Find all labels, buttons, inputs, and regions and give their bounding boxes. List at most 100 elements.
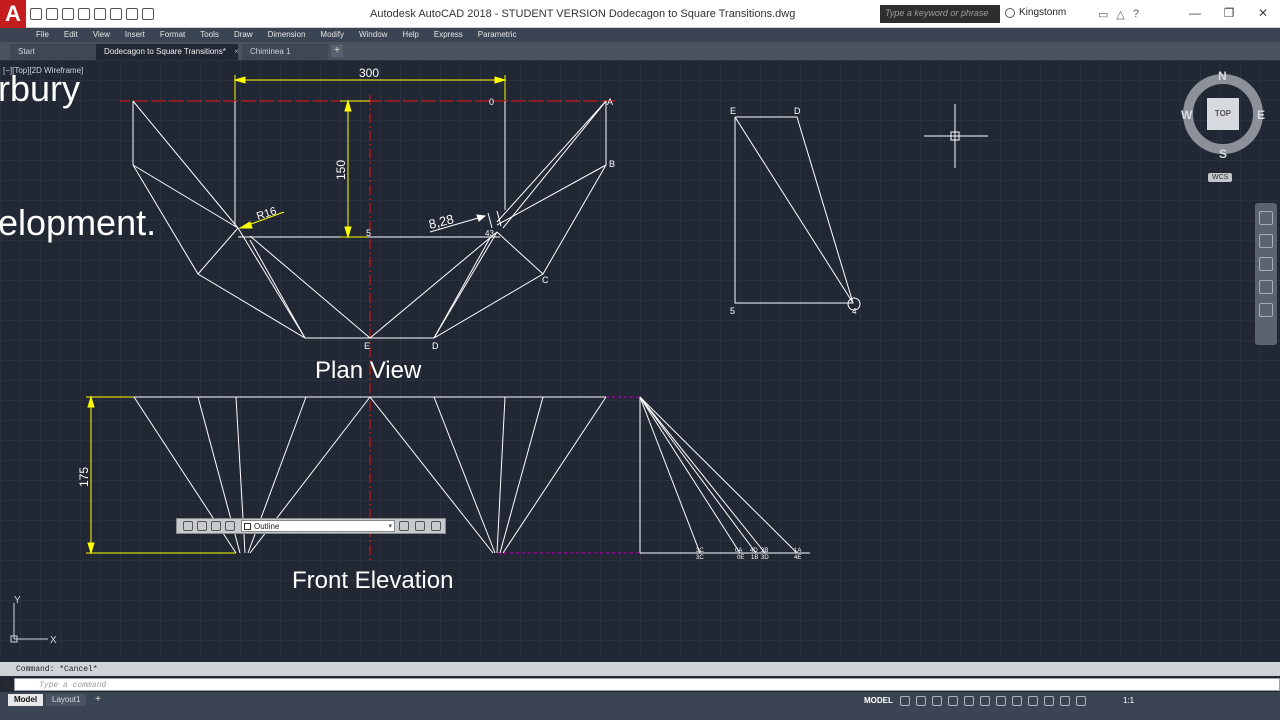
menu-item-window[interactable]: Window bbox=[359, 28, 387, 42]
chevron-down-icon: ▾ bbox=[388, 523, 392, 530]
menu-item-help[interactable]: Help bbox=[402, 28, 418, 42]
layer-select[interactable]: Outline ▾ bbox=[241, 520, 395, 532]
annotation-icon[interactable] bbox=[1044, 696, 1054, 706]
menu-item-file[interactable]: File bbox=[36, 28, 49, 42]
polar-icon[interactable] bbox=[948, 696, 958, 706]
workspace-icon[interactable] bbox=[1060, 696, 1070, 706]
elev-label: 4E bbox=[794, 555, 801, 561]
showmotion-icon[interactable] bbox=[1259, 303, 1273, 317]
window-controls: — ❐ ✕ bbox=[1178, 0, 1280, 28]
crosshair-cursor bbox=[924, 104, 988, 168]
status-toggles bbox=[900, 696, 1086, 706]
make-current-icon[interactable] bbox=[399, 521, 409, 531]
user-account[interactable]: Kingstonm bbox=[1005, 7, 1066, 18]
steering-wheel-icon[interactable] bbox=[1259, 211, 1273, 225]
menu-item-modify[interactable]: Modify bbox=[320, 28, 344, 42]
search-input[interactable]: Type a keyword or phrase bbox=[880, 5, 1000, 23]
compass-east[interactable]: E bbox=[1257, 108, 1265, 122]
help-icon[interactable]: ? bbox=[1133, 8, 1139, 21]
viewcube[interactable]: TOP N S E W bbox=[1181, 69, 1265, 161]
menu-item-insert[interactable]: Insert bbox=[125, 28, 145, 42]
compass-west[interactable]: W bbox=[1181, 108, 1192, 122]
new-tab-button[interactable]: + bbox=[331, 45, 343, 57]
dim-300-text: 300 bbox=[359, 66, 379, 80]
add-layout-button[interactable]: + bbox=[92, 694, 104, 706]
menu-item-parametric[interactable]: Parametric bbox=[478, 28, 517, 42]
open-icon[interactable] bbox=[46, 8, 58, 20]
plan-view-title: Plan View bbox=[315, 357, 422, 384]
close-icon[interactable]: ✕ bbox=[1246, 0, 1280, 28]
command-input[interactable]: Type a command bbox=[14, 678, 1280, 691]
tab-layout1[interactable]: Layout1 bbox=[46, 694, 87, 706]
lineweight-icon[interactable] bbox=[996, 696, 1006, 706]
ucs-x-label: X bbox=[50, 635, 57, 645]
elev-label: 2B bbox=[761, 548, 768, 554]
sun-icon[interactable] bbox=[211, 521, 221, 531]
lock-icon[interactable] bbox=[225, 521, 235, 531]
wrench-icon[interactable]: ⚙ bbox=[2, 679, 12, 689]
minimize-icon[interactable]: — bbox=[1178, 0, 1212, 28]
drawing-canvas[interactable]: [−][Top][2D Wireframe] rbury elopment. 3… bbox=[0, 60, 1280, 655]
user-icon bbox=[1005, 7, 1015, 18]
user-name: Kingstonm bbox=[1019, 7, 1067, 18]
tab-dodecagon-label: Dodecagon to Square Transitions* bbox=[104, 47, 226, 56]
a360-icon[interactable]: △ bbox=[1116, 8, 1124, 21]
dim-r16-text: R16 bbox=[255, 205, 278, 223]
grid-icon[interactable] bbox=[900, 696, 910, 706]
compass-south[interactable]: S bbox=[1219, 147, 1227, 161]
model-space-button[interactable]: MODEL bbox=[864, 696, 893, 705]
label-d: D bbox=[432, 341, 439, 351]
menu-item-format[interactable]: Format bbox=[160, 28, 185, 42]
layer-previous-icon[interactable] bbox=[431, 521, 441, 531]
wcs-menu[interactable]: WCS bbox=[1208, 173, 1233, 182]
elev-label: 1B bbox=[751, 555, 758, 561]
share-icon[interactable] bbox=[142, 8, 154, 20]
match-layer-icon[interactable] bbox=[415, 521, 425, 531]
quick-access-toolbar bbox=[30, 8, 154, 22]
tab-start[interactable]: Start bbox=[10, 44, 98, 60]
elev-label: 0E bbox=[737, 555, 744, 561]
true-length-triangle bbox=[734, 116, 861, 311]
file-tab-bar: Start Dodecagon to Square Transitions* ×… bbox=[0, 42, 1280, 60]
layer-properties-icon[interactable] bbox=[183, 521, 193, 531]
viewcube-top-face[interactable]: TOP bbox=[1207, 98, 1239, 130]
cart-icon[interactable]: ▭ bbox=[1098, 8, 1108, 21]
compass-north[interactable]: N bbox=[1218, 69, 1227, 83]
cad-geometry[interactable]: 300 150 175 R16 8,28 0 A B C D E 5 43 E … bbox=[0, 60, 1280, 655]
osnap-icon[interactable] bbox=[964, 696, 974, 706]
ortho-icon[interactable] bbox=[932, 696, 942, 706]
bulb-icon[interactable] bbox=[197, 521, 207, 531]
save-icon[interactable] bbox=[62, 8, 74, 20]
tab-model[interactable]: Model bbox=[8, 694, 44, 706]
menu-item-tools[interactable]: Tools bbox=[200, 28, 219, 42]
menu-item-draw[interactable]: Draw bbox=[234, 28, 253, 42]
pan-icon[interactable] bbox=[1259, 234, 1273, 248]
restore-icon[interactable]: ❐ bbox=[1212, 0, 1246, 28]
transparency-icon[interactable] bbox=[1012, 696, 1022, 706]
new-icon[interactable] bbox=[30, 8, 42, 20]
close-tab-icon[interactable]: × bbox=[234, 47, 239, 56]
orbit-icon[interactable] bbox=[1259, 280, 1273, 294]
print-icon[interactable] bbox=[94, 8, 106, 20]
menu-bar: File Edit View Insert Format Tools Draw Dimensi… bbox=[0, 28, 1280, 42]
otrack-icon[interactable] bbox=[980, 696, 990, 706]
app-title: Autodesk AutoCAD 2018 - STUDENT VERSION … bbox=[370, 8, 796, 20]
snap-icon[interactable] bbox=[916, 696, 926, 706]
label-c: C bbox=[542, 275, 549, 285]
menu-item-edit[interactable]: Edit bbox=[64, 28, 78, 42]
annotation-scale[interactable]: 1:1 bbox=[1123, 696, 1134, 705]
tab-chiminea[interactable]: Chiminea 1 bbox=[242, 44, 328, 60]
undo-icon[interactable] bbox=[110, 8, 122, 20]
save-as-icon[interactable] bbox=[78, 8, 90, 20]
front-elevation-title: Front Elevation bbox=[292, 567, 454, 594]
zoom-icon[interactable] bbox=[1259, 257, 1273, 271]
menu-item-view[interactable]: View bbox=[93, 28, 110, 42]
selection-cycling-icon[interactable] bbox=[1028, 696, 1038, 706]
tab-dodecagon[interactable]: Dodecagon to Square Transitions* × bbox=[96, 44, 239, 60]
redo-icon[interactable] bbox=[126, 8, 138, 20]
units-icon[interactable] bbox=[1076, 696, 1086, 706]
layer-color-swatch bbox=[244, 523, 251, 530]
autocad-logo-icon[interactable]: A bbox=[0, 0, 26, 28]
menu-item-dimension[interactable]: Dimension bbox=[268, 28, 306, 42]
menu-item-express[interactable]: Express bbox=[434, 28, 463, 42]
